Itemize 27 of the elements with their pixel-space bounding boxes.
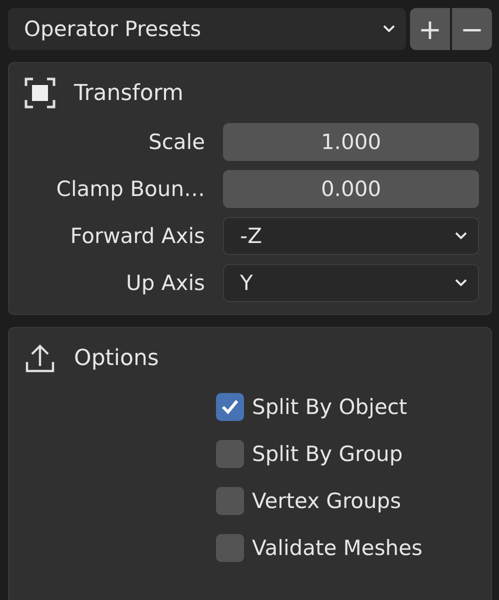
axis-dropdown[interactable]: Y (223, 264, 479, 302)
axis-dropdown[interactable]: -Z (223, 217, 479, 255)
transform-icon (24, 77, 56, 109)
checkbox-label: Validate Meshes (252, 536, 422, 560)
chevron-icon (454, 278, 468, 288)
checkbox-label: Vertex Groups (252, 489, 402, 513)
presets-dropdown[interactable]: Operator Presets (8, 8, 406, 50)
number-field[interactable]: 1.000 (223, 123, 479, 161)
checkbox-label: Split By Object (252, 395, 408, 419)
upload-icon (24, 342, 56, 374)
field-label: Forward Axis (69, 224, 205, 248)
panel-title: Transform (74, 80, 184, 106)
chevron-icon (382, 24, 396, 34)
field-label: Scale (148, 130, 205, 154)
checkbox-label: Split By Group (252, 442, 403, 466)
checkbox[interactable] (216, 440, 244, 468)
field-label: Clamp Boun… (55, 177, 205, 201)
checkbox[interactable] (216, 487, 244, 515)
add-preset-button[interactable]: + (410, 8, 450, 50)
chevron-icon (454, 231, 468, 241)
remove-preset-button[interactable]: − (452, 8, 492, 50)
checkbox[interactable] (216, 393, 244, 421)
panel-title: Options (74, 346, 159, 370)
checkbox[interactable] (216, 534, 244, 562)
number-field[interactable]: 0.000 (223, 170, 479, 208)
field-label: Up Axis (125, 271, 205, 295)
checkmark-icon (220, 397, 240, 417)
